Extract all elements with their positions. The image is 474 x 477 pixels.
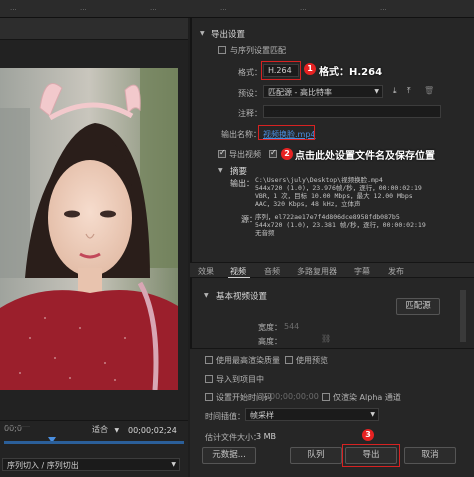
summary-line: 544x720 (1.0)，23.976帧/秒，逐行，00:00:02:19 [255,184,422,192]
top-tab[interactable]: ... [80,4,87,12]
source-range-select[interactable]: 序列切入 / 序列切出 ▼ [2,458,180,471]
time-interpolation-value: 帧采样 [250,411,274,420]
top-tab[interactable]: ... [10,4,17,12]
export-video-label: 导出视频 [229,150,261,159]
preset-dropdown[interactable]: 匹配源 - 高比特率 ▼ [263,85,383,98]
source-range-value: 序列切入 / 序列切出 [7,461,79,470]
match-source-button[interactable]: 匹配源 [396,298,440,315]
metadata-button[interactable]: 元数据... [202,447,256,464]
top-tab[interactable]: ... [300,4,307,12]
time-interpolation-label: 时间插值： [205,412,245,421]
match-sequence-label: 与序列设置匹配 [230,46,286,55]
collapse-arrow-icon[interactable]: ▼ [218,167,223,174]
use-previews-label: 使用预览 [296,356,328,365]
annotation-format-note: 格式：H.264 [319,67,383,78]
settings-tab-bar: 效果 视频 音频 多路复用器 字幕 发布 [190,262,474,278]
output-name-highlight-box [258,125,315,140]
annotation-badge-1: 1 [304,63,316,75]
collapse-arrow-icon[interactable]: ▼ [204,292,209,299]
import-into-project-label: 导入到项目中 [216,375,264,384]
chevron-down-icon: ▼ [114,427,120,434]
width-value[interactable]: 544 [284,322,299,331]
tab-video[interactable]: 视频 [230,266,246,277]
format-highlight-box [261,61,301,80]
estimated-filesize-value: 3 MB [256,432,277,441]
annotation-output-note: 点击此处设置文件名及保存位置 [295,151,435,162]
cancel-button[interactable]: 取消 [404,447,456,464]
fit-dropdown[interactable]: 适合 ▼ [92,424,119,435]
chevron-down-icon: ▼ [374,88,379,95]
preview-frame-image [0,68,178,390]
summary-line: C:\Users\july\Desktop\视频换脸.mp4 [255,176,383,184]
render-alpha-only-label: 仅渲染 Alpha 通道 [333,393,401,402]
tab-video-underline [228,277,250,278]
import-preset-icon[interactable]: ⤒ [407,86,411,96]
timeline-scrubber[interactable] [4,437,184,444]
basic-video-heading: 基本视频设置 [216,292,268,302]
collapse-arrow-icon[interactable]: ▼ [200,30,205,37]
set-start-timecode-label: 设置开始时间码 [216,393,272,402]
annotation-badge-2: 2 [281,148,293,160]
match-sequence-checkbox[interactable] [218,46,226,54]
summary-output-key: 输出： [230,179,254,188]
max-render-quality-checkbox[interactable] [205,356,213,364]
chevron-down-icon: ▼ [171,461,176,468]
export-audio-checkbox[interactable] [269,148,277,158]
delete-preset-icon[interactable]: 🗑 [424,86,434,95]
fit-label: 适合 [92,425,108,434]
start-timecode-value[interactable]: 00;00;00;00 [270,392,319,401]
output-name-label: 输出名称： [221,130,261,139]
format-label: 格式： [238,68,262,77]
timecode-display: 00;00;02;24 [128,426,177,435]
tab-publish[interactable]: 发布 [388,266,404,277]
tab-effects[interactable]: 效果 [198,266,214,277]
link-icon[interactable]: ⛓ [321,334,331,343]
summary-source-values: 序列，el722ae17e7f4d806dce8958fdb087b5 544x… [255,213,426,237]
summary-line: AAC，320 Kbps，48 kHz，立体声 [255,200,361,208]
comment-label: 注释： [238,109,262,118]
save-preset-icon[interactable]: ⤓ [393,86,397,96]
summary-line: VBR，1 次，目标 10.00 Mbps，最大 12.00 Mbps [255,192,413,200]
height-label: 高度： [258,337,282,346]
top-tab-strip: ... ... ... ... ... ... [0,0,474,18]
set-start-timecode-checkbox[interactable] [205,393,213,401]
queue-button[interactable]: 队列 [290,447,342,464]
summary-line: 544x720 (1.0)，23.381 帧/秒，逐行，00:00:02:19 [255,221,426,229]
top-tab[interactable]: ... [380,4,387,12]
tab-audio[interactable]: 音频 [264,266,280,277]
render-alpha-only-checkbox[interactable] [322,393,330,401]
summary-output-values: C:\Users\july\Desktop\视频换脸.mp4 544x720 (… [255,176,422,208]
export-video-checkbox[interactable] [218,148,226,158]
annotation-badge-3: 3 [362,429,374,441]
chevron-down-icon: ▼ [370,411,375,418]
comment-input[interactable] [263,105,441,118]
tab-captions[interactable]: 字幕 [354,266,370,277]
width-label: 宽度： [258,323,282,332]
summary-line: 序列，el722ae17e7f4d806dce8958fdb087b5 [255,213,400,221]
source-panel-header [0,18,188,40]
preset-label: 预设： [238,89,262,98]
video-preview [0,68,178,390]
export-settings-heading: 导出设置 [211,30,246,40]
import-into-project-checkbox[interactable] [205,375,213,383]
top-tab[interactable]: ... [150,4,157,12]
summary-line: 无音频 [255,229,275,237]
tab-multiplexer[interactable]: 多路复用器 [297,266,337,277]
playback-controls: 00;0 适合 ▼ 00;00;02;24 序列切入 / 序列切出 ▼ [0,420,188,477]
export-highlight-box [342,444,400,467]
max-render-quality-label: 使用最高渲染质量 [216,356,280,365]
summary-heading: 摘要 [230,167,248,177]
use-previews-checkbox[interactable] [285,356,293,364]
video-settings-scrollbar[interactable] [460,290,466,342]
preset-value: 匹配源 - 高比特率 [268,88,332,97]
top-tab[interactable]: ... [220,4,227,12]
scrubber-fill [4,441,184,444]
estimated-filesize-label: 估计文件大小： [205,433,261,442]
time-interpolation-dropdown[interactable]: 帧采样 ▼ [245,408,379,421]
